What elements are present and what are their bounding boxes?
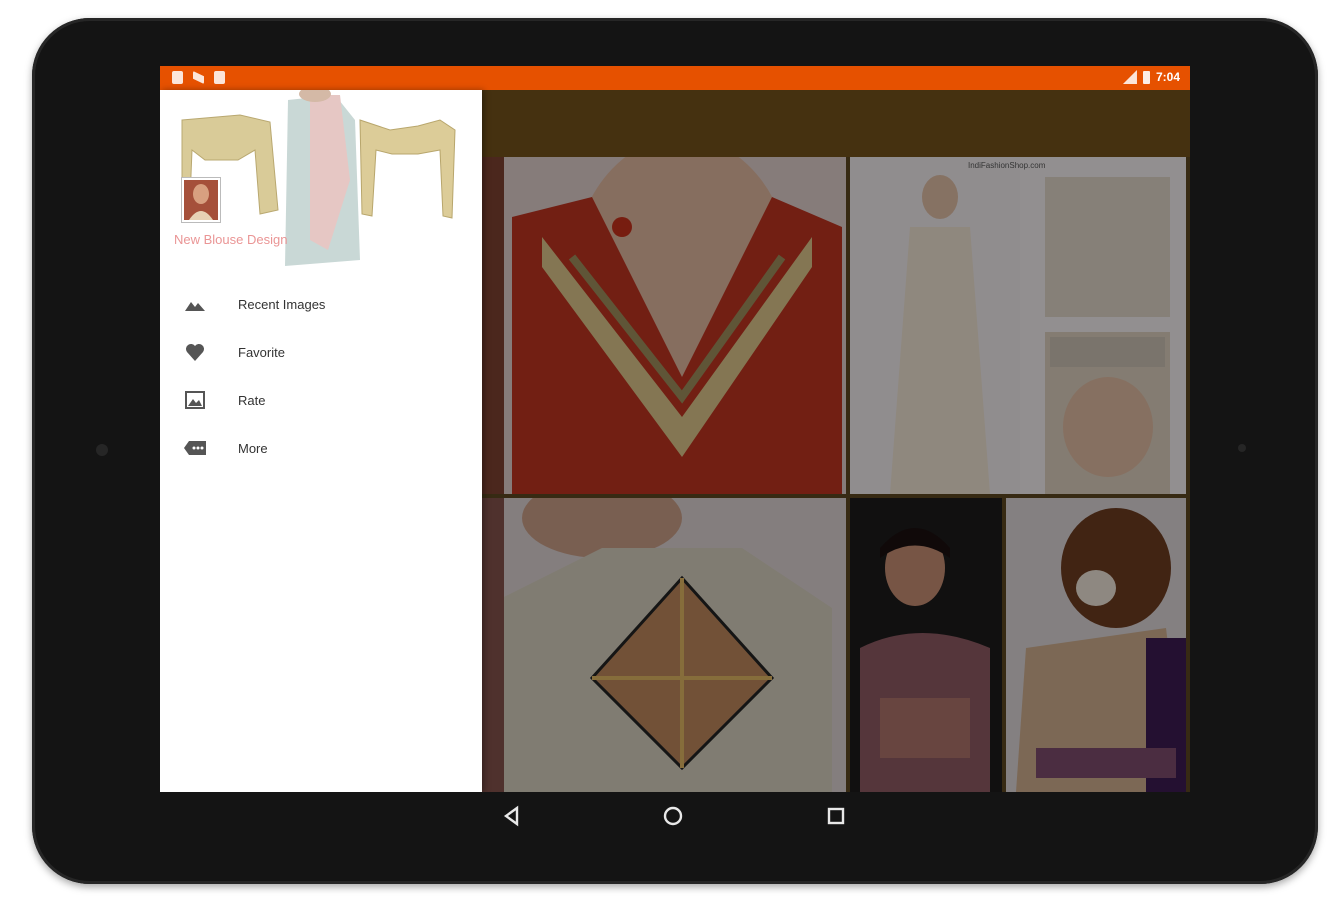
recents-icon[interactable] — [824, 804, 848, 828]
more-apps-icon — [184, 438, 206, 458]
menu-item-label: Rate — [238, 392, 266, 408]
menu-item-label: More — [238, 440, 268, 456]
back-icon[interactable] — [500, 804, 524, 828]
rate-image-icon — [184, 390, 206, 410]
menu-item-more[interactable]: More — [160, 424, 482, 472]
camera-sensor — [96, 444, 108, 456]
menu-item-recent-images[interactable]: Recent Images — [160, 280, 482, 328]
light-sensor — [1238, 444, 1246, 452]
drawer-app-title: New Blouse Design — [174, 232, 288, 247]
signal-icon — [1122, 70, 1137, 84]
avatar[interactable] — [182, 178, 220, 222]
battery-icon — [1142, 70, 1150, 84]
sd-card-icon — [172, 71, 183, 84]
menu-item-label: Recent Images — [238, 296, 326, 312]
status-time: 7:04 — [1155, 70, 1180, 84]
menu-item-favorite[interactable]: Favorite — [160, 328, 482, 376]
menu-item-rate[interactable]: Rate — [160, 376, 482, 424]
download-icon — [214, 71, 225, 84]
navigation-drawer: New Blouse Design Recent Images Favorite… — [160, 90, 482, 792]
menu-item-label: Favorite — [238, 344, 285, 360]
heart-icon — [184, 342, 206, 362]
device-screen: 7:04 IndiFashionShop.com New Blouse Desi… — [160, 66, 1190, 792]
navigation-bar — [160, 792, 1190, 838]
drawer-header: New Blouse Design — [160, 90, 482, 270]
landscape-icon — [184, 294, 206, 314]
drawer-menu: Recent Images Favorite Rate More — [160, 280, 482, 472]
notification-icon — [193, 71, 204, 84]
status-bar: 7:04 — [160, 66, 1190, 90]
home-icon[interactable] — [661, 804, 685, 828]
